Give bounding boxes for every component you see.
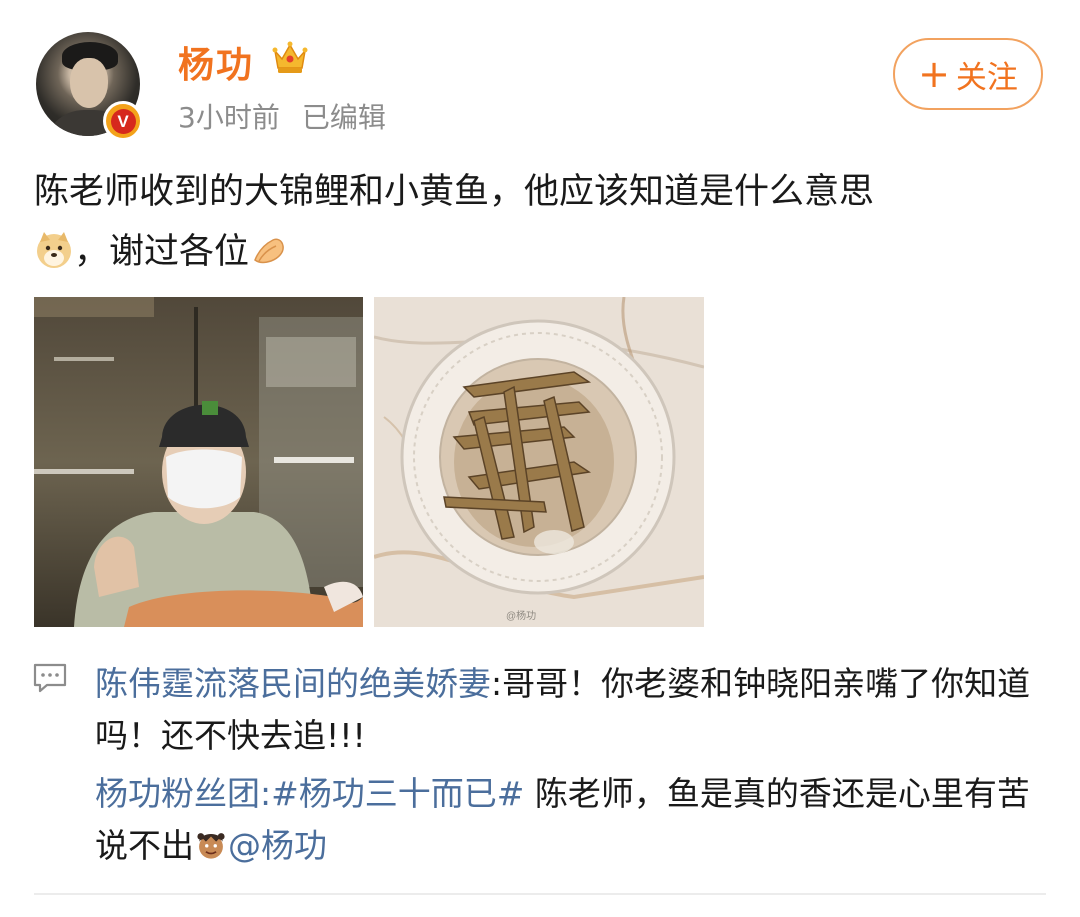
- comment-user-link[interactable]: 杨功粉丝团: [95, 774, 260, 813]
- post-text-line2: ，谢过各位: [74, 232, 250, 272]
- pray-hands-emoji: [254, 238, 284, 264]
- verified-badge-icon: V: [103, 101, 143, 141]
- post-image-1[interactable]: [34, 297, 363, 627]
- photo-bowl-of-fish: @杨功: [374, 297, 704, 627]
- comment-1: 陈伟霆流落民间的绝美娇妻:哥哥！你老婆和钟晓阳亲嘴了你知道吗！还不快去追!!!: [95, 658, 1045, 762]
- image-watermark: @杨功: [506, 609, 536, 622]
- follow-label: 关注: [955, 59, 1018, 96]
- edited-label: 已编辑: [301, 101, 386, 134]
- divider: [34, 893, 1046, 895]
- post-meta: 3小时前 已编辑: [178, 96, 386, 136]
- photo-man-with-fish: [34, 297, 363, 627]
- comment-2: 杨功粉丝团:#杨功三十而已# 陈老师，鱼是真的香还是心里有苦说不出 @杨功: [95, 768, 1045, 872]
- follow-button[interactable]: + 关注: [893, 38, 1043, 110]
- comment-user-link[interactable]: 陈伟霆流落民间的绝美娇妻: [95, 664, 491, 703]
- post-image-2[interactable]: @杨功: [374, 297, 704, 627]
- post-text: 陈老师收到的大锦鲤和小黄鱼，他应该知道是什么意思 ，谢过各位: [34, 162, 1044, 282]
- hashtag-link[interactable]: :#杨功三十而已#: [260, 774, 524, 813]
- post-time: 3小时前: [178, 101, 280, 134]
- cartoon-emoji: [197, 832, 225, 859]
- comment-icon[interactable]: [33, 663, 67, 693]
- plus-icon: +: [918, 52, 950, 96]
- doge-emoji: [37, 232, 71, 268]
- mention-link[interactable]: @杨功: [228, 826, 327, 865]
- crown-icon: [272, 41, 308, 73]
- author-name[interactable]: 杨功: [178, 36, 254, 88]
- post-text-line1: 陈老师收到的大锦鲤和小黄鱼，他应该知道是什么意思: [34, 172, 875, 212]
